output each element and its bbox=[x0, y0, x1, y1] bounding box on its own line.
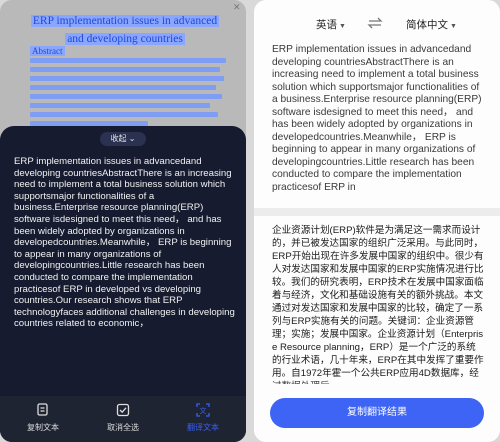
translation-panel: 英语 ▼ 简体中文 ▼ ERP implementation issues in a… bbox=[254, 0, 500, 442]
selected-line[interactable] bbox=[30, 85, 217, 90]
ocr-result-sheet: 收起 ⌄ ERP implementation issues in advanc… bbox=[0, 126, 246, 442]
divider bbox=[254, 208, 500, 216]
copy-text-icon bbox=[37, 403, 48, 416]
source-language-label: 英语 bbox=[316, 19, 337, 31]
target-language-select[interactable]: 简体中文 ▼ bbox=[406, 17, 457, 32]
deselect-all-button[interactable]: 取消全选 bbox=[88, 402, 158, 433]
document-selected-lines[interactable] bbox=[30, 58, 226, 130]
close-icon[interactable]: ✕ bbox=[233, 2, 241, 13]
bottom-toolbar: 复制文本 取消全选 文 翻译文本 bbox=[0, 396, 246, 442]
translate-text-label: 翻译文本 bbox=[187, 423, 219, 432]
left-panel: ✕ ERP implementation issues in advanced … bbox=[0, 0, 246, 442]
selected-line[interactable] bbox=[30, 76, 225, 81]
document-title-line-1[interactable]: ERP implementation issues in advanced bbox=[30, 15, 220, 27]
caret-down-icon: ▼ bbox=[339, 23, 346, 30]
document-title[interactable]: ERP implementation issues in advanced an… bbox=[30, 12, 220, 48]
fade-overlay bbox=[254, 380, 500, 398]
selected-line[interactable] bbox=[30, 112, 219, 117]
chevron-down-icon: ⌄ bbox=[128, 134, 136, 143]
source-text[interactable]: ERP implementation issues in advancedand… bbox=[272, 44, 486, 194]
selected-line[interactable] bbox=[30, 67, 221, 72]
caret-down-icon: ▼ bbox=[450, 23, 457, 30]
deselect-all-icon bbox=[116, 403, 130, 417]
deselect-all-label: 取消全选 bbox=[107, 423, 139, 432]
language-bar: 英语 ▼ 简体中文 ▼ bbox=[254, 14, 500, 34]
document-title-line-2[interactable]: and developing countries bbox=[65, 33, 185, 45]
recognized-text[interactable]: ERP implementation issues in advancedand… bbox=[14, 156, 236, 330]
svg-text:文: 文 bbox=[200, 406, 207, 415]
translated-text[interactable]: 企业资源计划(ERP)软件是为满足这一需求而设计的，并已被发达国家的组织广泛采用… bbox=[272, 224, 484, 384]
selected-line[interactable] bbox=[30, 103, 211, 108]
translate-text-button[interactable]: 文 翻译文本 bbox=[168, 402, 238, 433]
document-abstract-label[interactable]: Abstract bbox=[30, 46, 65, 56]
copy-text-label: 复制文本 bbox=[27, 423, 59, 432]
collapse-button[interactable]: 收起 ⌄ bbox=[100, 132, 146, 146]
source-language-select[interactable]: 英语 ▼ bbox=[316, 17, 346, 32]
selected-line[interactable] bbox=[30, 94, 223, 99]
copy-translation-button[interactable]: 复制翻译结果 bbox=[270, 398, 484, 428]
swap-languages-icon[interactable] bbox=[366, 16, 384, 30]
translate-icon: 文 bbox=[196, 403, 210, 417]
selected-line[interactable] bbox=[30, 58, 226, 63]
target-language-label: 简体中文 bbox=[406, 19, 448, 31]
collapse-label: 收起 bbox=[110, 134, 127, 143]
copy-text-button[interactable]: 复制文本 bbox=[8, 402, 78, 433]
